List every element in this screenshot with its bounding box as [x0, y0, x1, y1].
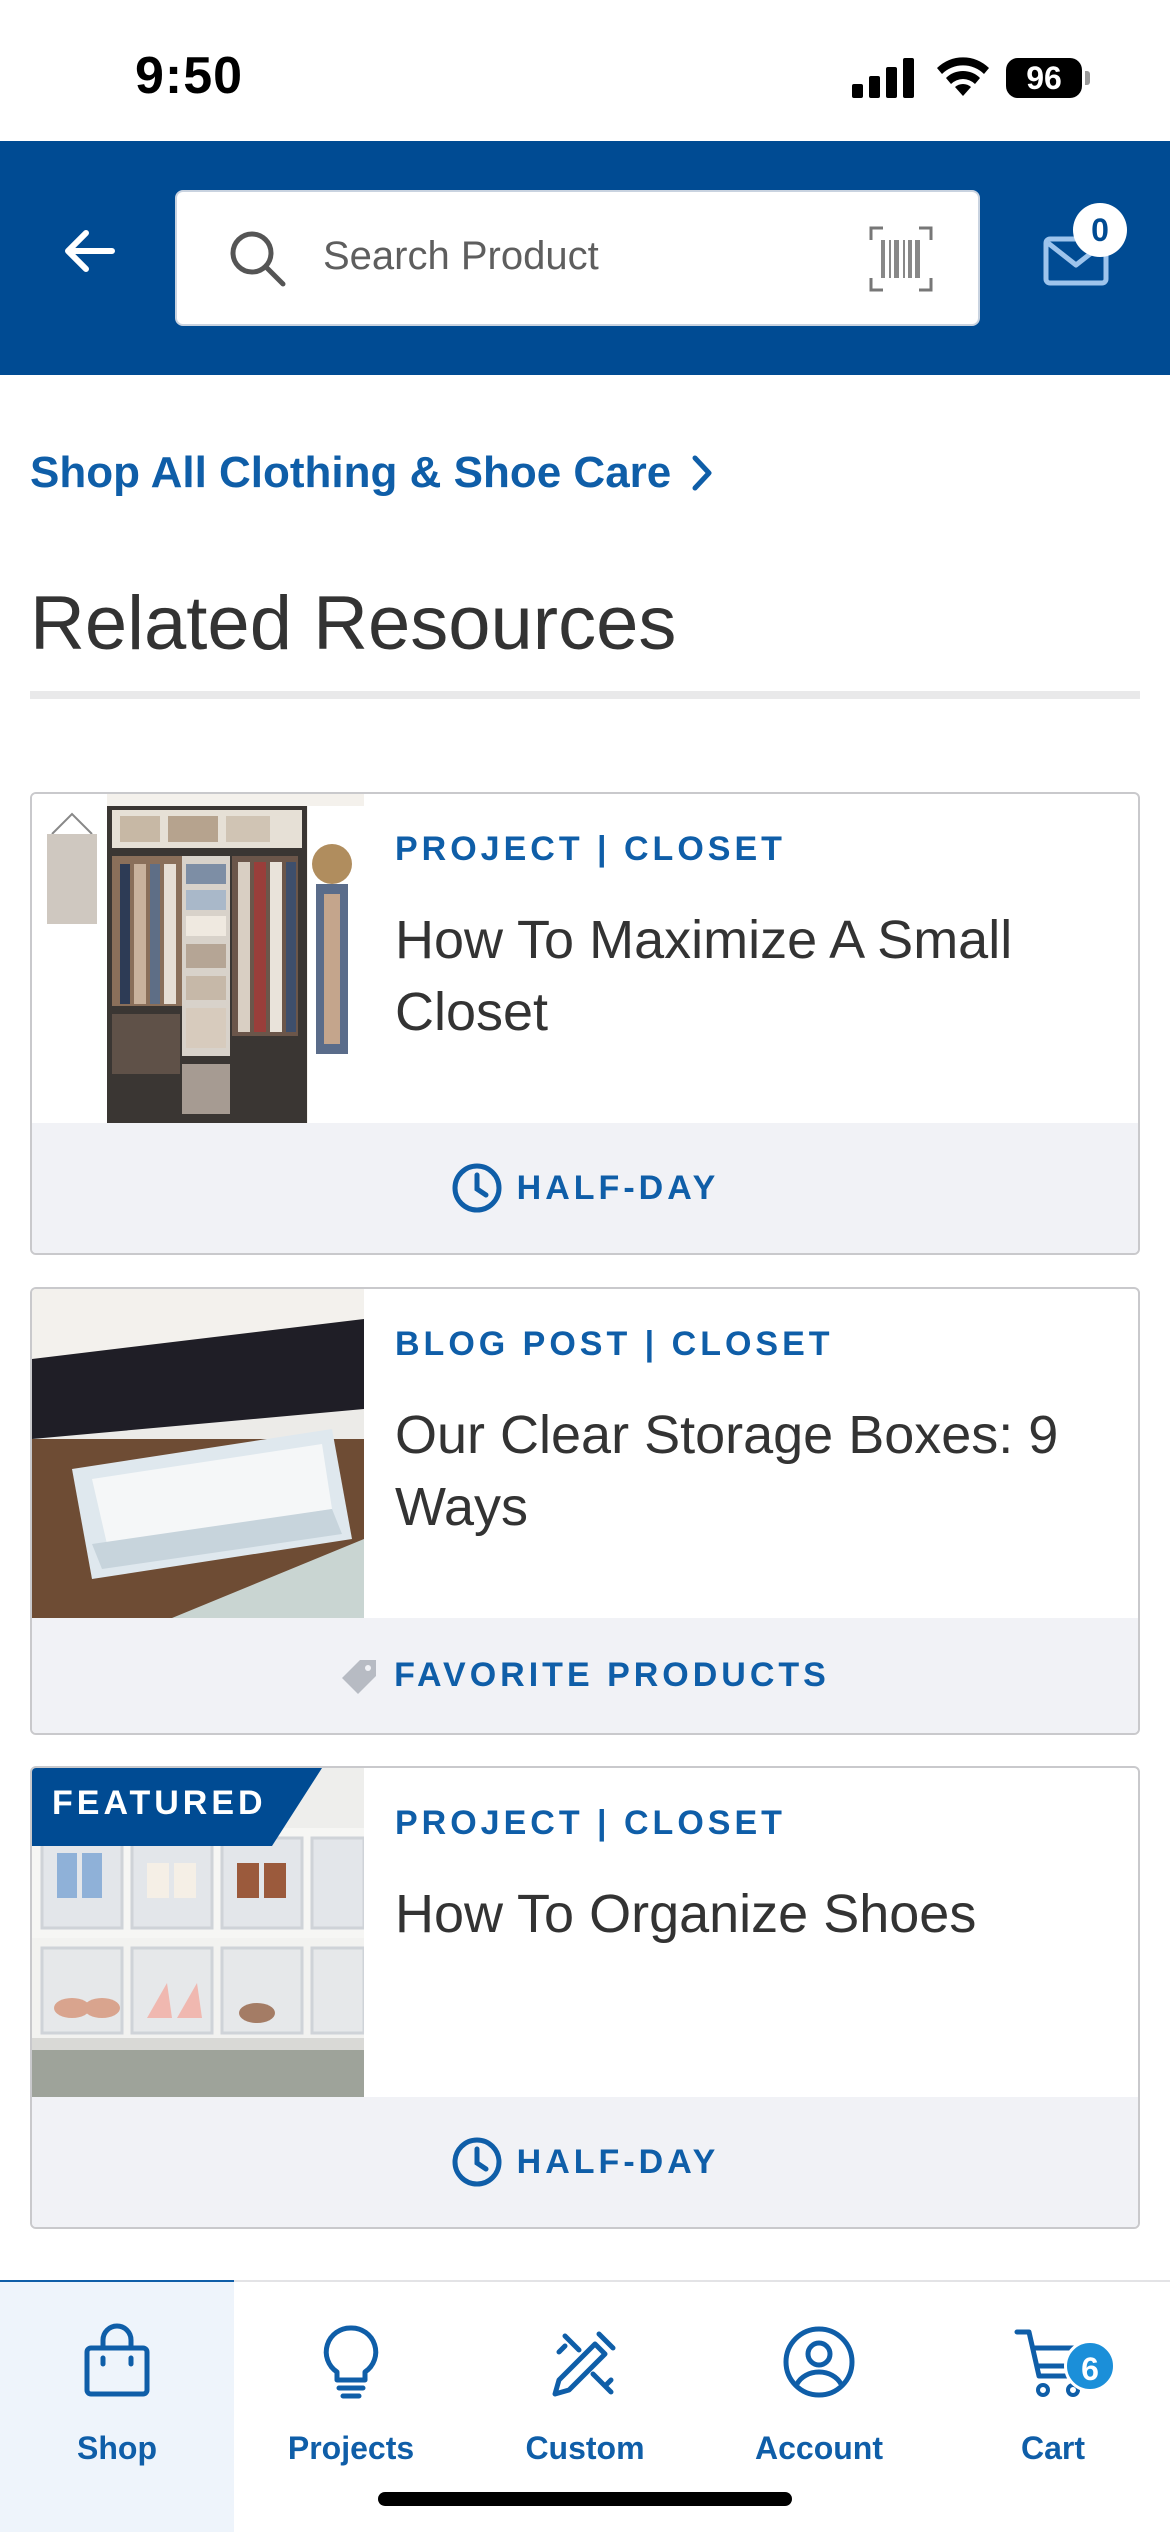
barcode-scan-icon[interactable]: [869, 226, 933, 292]
card-footer-label: FAVORITE PRODUCTS: [394, 1656, 830, 1694]
status-time: 9:50: [135, 47, 244, 105]
tab-label: Custom: [525, 2430, 645, 2466]
storage-box-image: [32, 1289, 364, 1618]
lightbulb-icon: [323, 2325, 379, 2399]
clock-icon: [452, 1163, 502, 1213]
tab-label: Shop: [77, 2430, 157, 2466]
resource-card[interactable]: PROJECT | CLOSET How To Maximize A Small…: [30, 792, 1140, 1255]
tag-icon: [342, 1659, 377, 1694]
closet-image: [32, 794, 364, 1123]
shop-all-link[interactable]: Shop All Clothing & Shoe Care: [30, 448, 713, 498]
card-footer: FAVORITE PRODUCTS: [32, 1618, 1138, 1733]
search-input[interactable]: Search Product: [175, 190, 980, 326]
battery-icon: 96: [1006, 58, 1092, 98]
home-indicator: [378, 2492, 792, 2506]
search-icon: [230, 231, 286, 287]
shop-all-label: Shop All Clothing & Shoe Care: [30, 448, 672, 497]
tab-cart[interactable]: 6 Cart: [936, 2282, 1170, 2532]
card-footer: HALF-DAY: [32, 1123, 1138, 1253]
tab-label: Cart: [1020, 2430, 1085, 2466]
resource-card[interactable]: FEATURED PROJECT | CLOSET How To Organiz…: [30, 1766, 1140, 2229]
shopping-bag-icon: [84, 2323, 150, 2397]
wifi-icon: [937, 57, 989, 96]
card-footer-label: HALF-DAY: [516, 2142, 720, 2181]
app-header: Search Product 0: [0, 141, 1170, 375]
chevron-right-icon: [692, 455, 712, 491]
card-footer: HALF-DAY: [32, 2097, 1138, 2227]
cart-badge: 6: [1064, 2340, 1116, 2392]
resource-card[interactable]: BLOG POST | CLOSET Our Clear Storage Box…: [30, 1287, 1140, 1735]
clock-icon: [452, 2137, 502, 2187]
card-title: How To Maximize A Small Closet: [395, 910, 1013, 1042]
tab-label: Account: [755, 2430, 883, 2466]
card-title: How To Organize Shoes: [395, 1884, 977, 1944]
card-title: Our Clear Storage Boxes: 9 Ways: [395, 1405, 1059, 1537]
search-placeholder: Search Product: [323, 234, 599, 278]
tab-shop[interactable]: Shop: [0, 2282, 234, 2532]
card-category: BLOG POST | CLOSET: [395, 1325, 834, 1363]
mail-badge: 0: [1073, 203, 1127, 257]
section-divider: [30, 691, 1140, 699]
arrow-left-icon: [65, 230, 115, 272]
card-footer-label: HALF-DAY: [516, 1168, 720, 1207]
section-title: Related Resources: [30, 581, 677, 666]
card-category: PROJECT | CLOSET: [395, 1804, 786, 1842]
featured-label: FEATURED: [52, 1784, 267, 1822]
tab-label: Projects: [287, 2430, 415, 2466]
cellular-signal-icon: [852, 58, 914, 98]
user-icon: [783, 2326, 855, 2398]
status-bar: 9:50 96: [0, 0, 1170, 141]
back-button[interactable]: [48, 211, 128, 291]
pencil-ruler-icon: [552, 2331, 616, 2397]
card-category: PROJECT | CLOSET: [395, 830, 786, 868]
battery-level: 96: [1006, 58, 1082, 98]
shoe-storage-image: FEATURED: [32, 1768, 364, 2097]
